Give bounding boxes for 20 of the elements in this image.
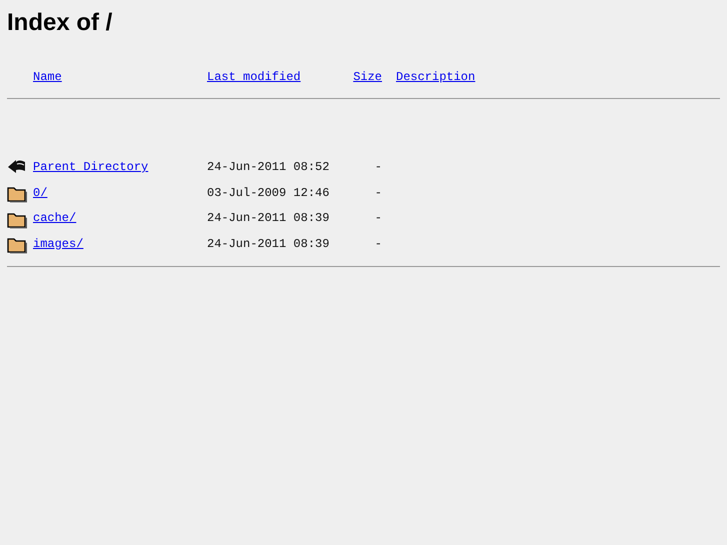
modified-date: 03-Jul-2009 12:46 — [207, 184, 330, 202]
name-column-header[interactable]: Name — [33, 70, 62, 84]
folder-icon — [7, 185, 27, 203]
description-column-header[interactable]: Description — [396, 70, 476, 84]
modified-date: 24-Jun-2011 08:39 — [207, 236, 330, 252]
file-size: - — [374, 159, 383, 176]
page-title: Index of / — [7, 8, 114, 38]
folder-icon — [7, 236, 27, 254]
directory-link[interactable]: Parent Directory — [33, 160, 148, 174]
directory-link[interactable]: 0/ — [33, 186, 48, 200]
directory-link[interactable]: images/ — [33, 236, 84, 250]
directory-link[interactable]: cache/ — [33, 211, 76, 225]
modified-date: 24-Jun-2011 08:52 — [207, 159, 330, 176]
modified-date: 24-Jun-2011 08:39 — [207, 210, 330, 227]
modified-column-header[interactable]: Last modified — [207, 70, 301, 84]
file-size: - — [374, 236, 383, 252]
size-column-header[interactable]: Size — [353, 70, 382, 84]
folder-icon — [7, 210, 27, 228]
file-size: - — [374, 184, 383, 202]
file-size: - — [374, 210, 383, 227]
